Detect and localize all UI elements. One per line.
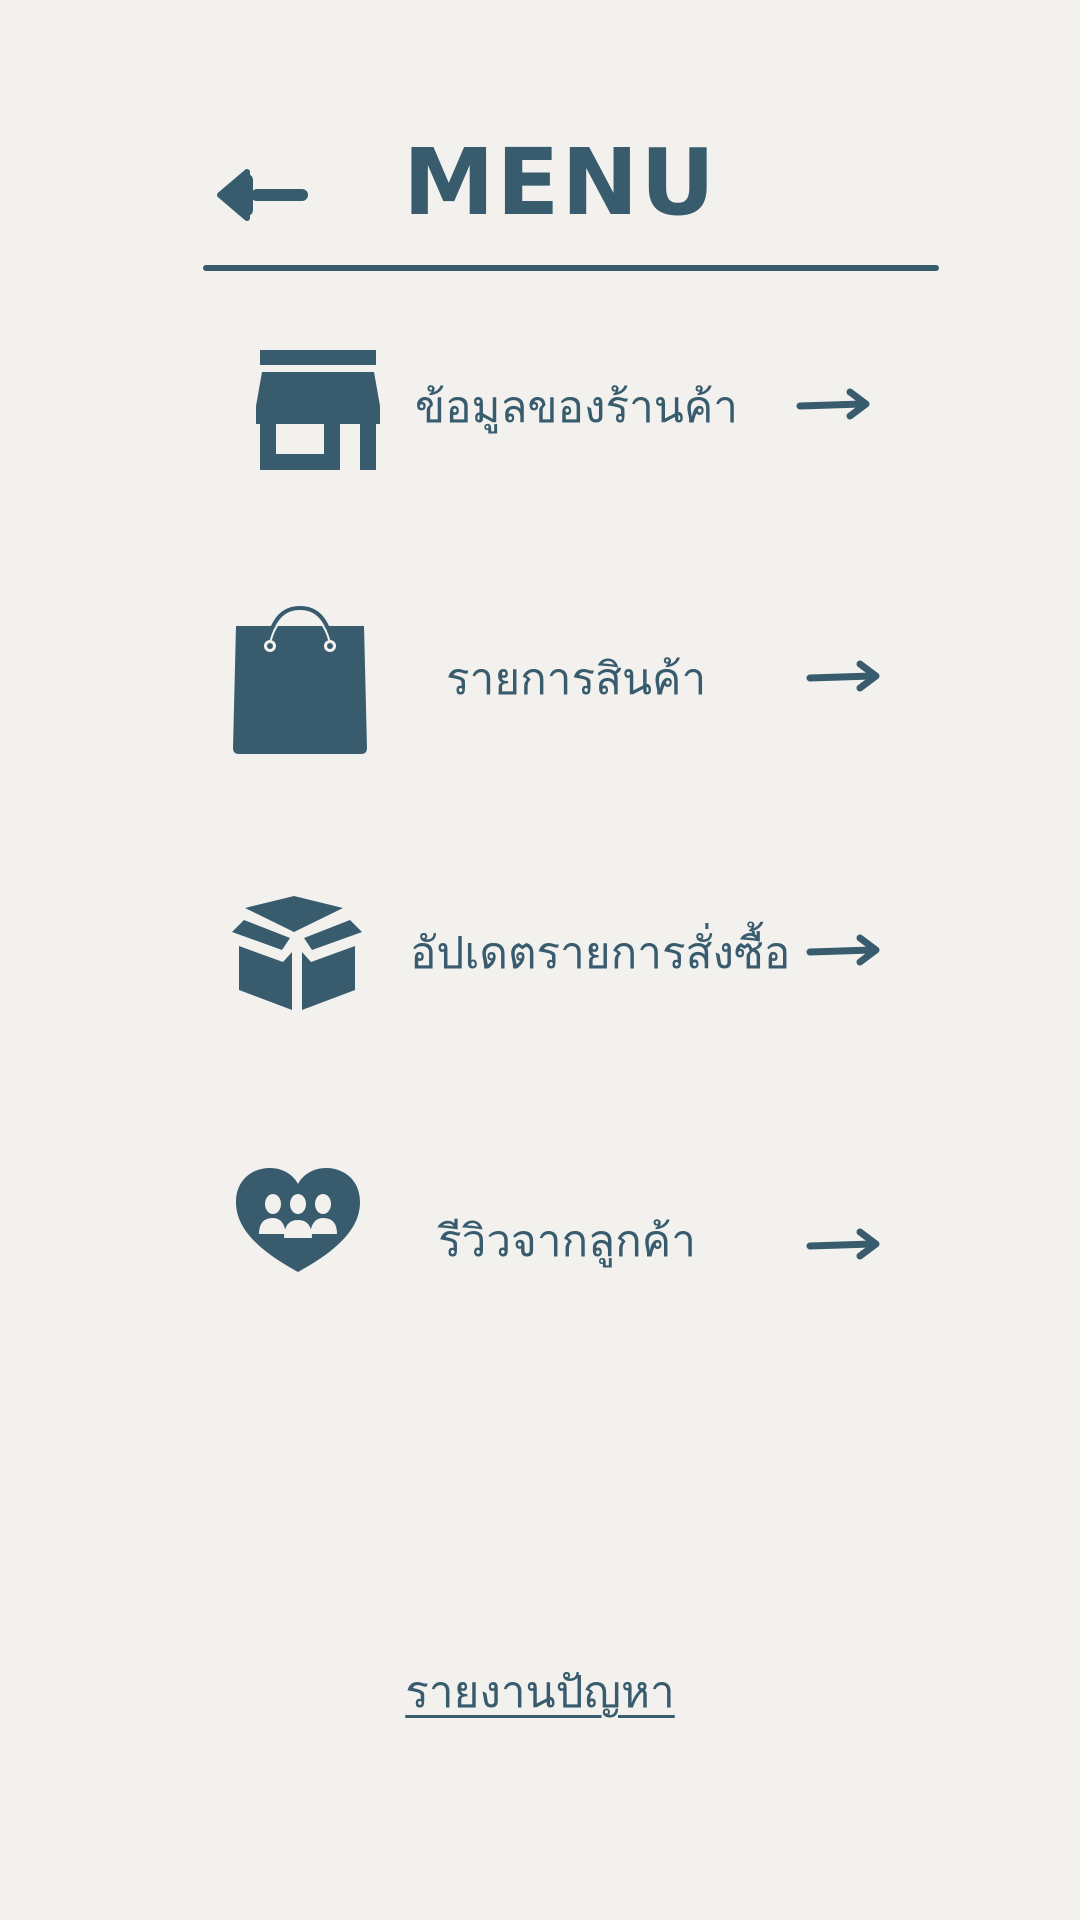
heart-people-icon: [236, 1168, 360, 1272]
arrow-right-icon: [794, 386, 874, 422]
header-divider: [203, 265, 939, 271]
menu-item-label: รีวิวจากลูกค้า: [438, 1216, 696, 1267]
menu-item-product-list[interactable]: รายการสินค้า: [200, 600, 900, 770]
report-problem-link[interactable]: รายงานปัญหา: [0, 1660, 1080, 1726]
header: MENU: [0, 0, 1080, 280]
arrow-right-icon: [804, 1226, 884, 1262]
shopping-bag-icon: [230, 606, 370, 756]
back-arrow-icon: [217, 169, 308, 221]
page-title: MENU: [402, 129, 718, 236]
menu-item-label: ข้อมูลของร้านค้า: [415, 382, 739, 433]
back-button[interactable]: [212, 160, 312, 230]
menu-item-customer-reviews[interactable]: รีวิวจากลูกค้า: [200, 1160, 900, 1330]
menu-item-update-orders[interactable]: อัปเดตรายการสั่งซื้อ: [200, 880, 900, 1050]
menu-item-label: อัปเดตรายการสั่งซื้อ: [410, 928, 791, 979]
open-box-icon: [230, 896, 364, 1010]
menu-item-store-info[interactable]: ข้อมูลของร้านค้า: [200, 330, 900, 500]
menu-item-label: รายการสินค้า: [446, 654, 707, 705]
arrow-right-icon: [804, 658, 884, 694]
arrow-right-icon: [804, 932, 884, 968]
storefront-icon: [250, 350, 386, 470]
